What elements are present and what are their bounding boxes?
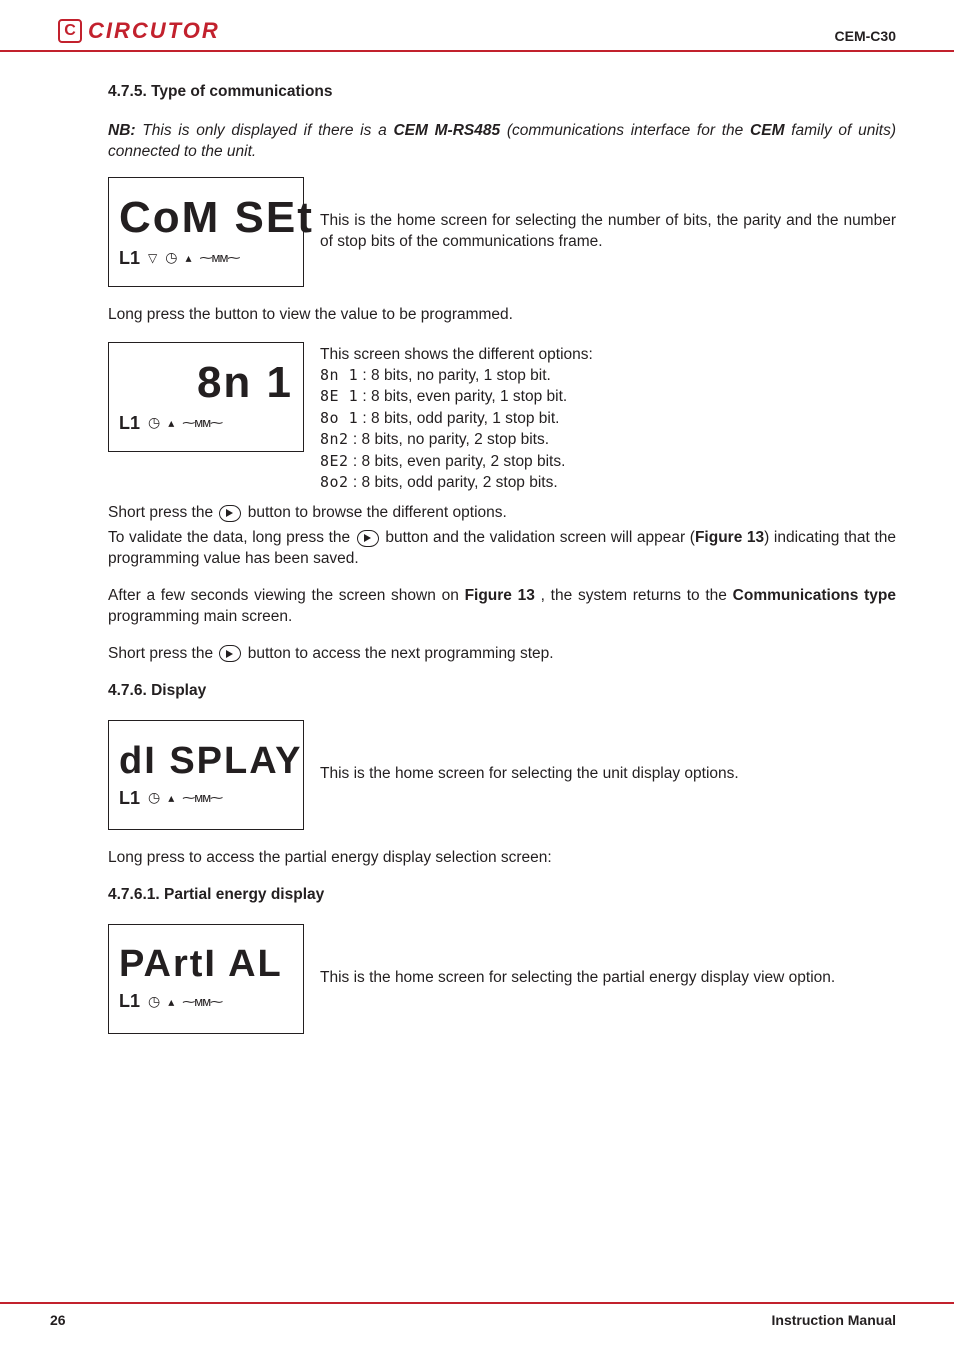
opt-1: 8E 1 : 8 bits, even parity, 1 stop bit. — [320, 386, 593, 407]
down-triangle-icon: ▽ — [148, 250, 157, 266]
aft-fig: Figure 13 — [465, 587, 535, 604]
section-heading-4761: 4.7.6.1. Partial energy display — [108, 885, 896, 906]
pulse-icon: ⁓ᴍᴍ⁓ — [200, 249, 240, 267]
screen-row-comset: CoM SEt L1 ▽ ◷ ▴ ⁓ᴍᴍ⁓ This is the home scr… — [108, 177, 896, 287]
up-triangle-icon: ▴ — [185, 250, 191, 266]
short-press-next: Short press the button to access the nex… — [108, 644, 896, 665]
clock-icon: ◷ — [165, 248, 177, 267]
oval-button-icon-3 — [219, 645, 241, 662]
up-triangle-icon-4: ▴ — [168, 994, 174, 1010]
nb-cem2: CEM — [750, 122, 784, 139]
lcd-screen-partial: PArtI AL L1 ◷ ▴ ⁓ᴍᴍ⁓ — [108, 924, 304, 1034]
screen-row-display: dI SPLAY L1 ◷ ▴ ⁓ᴍᴍ⁓ This is the home scre… — [108, 720, 896, 830]
lcd-main-display: dI SPLAY — [119, 742, 293, 780]
opt-5: 8o2 : 8 bits, odd parity, 2 stop bits. — [320, 472, 593, 493]
lcd-screen-comset: CoM SEt L1 ▽ ◷ ▴ ⁓ᴍᴍ⁓ — [108, 177, 304, 287]
opt-desc-1: : 8 bits, even parity, 1 stop bit. — [358, 388, 567, 405]
validate-para: To validate the data, long press the but… — [108, 528, 896, 570]
opt-code-2: 8o 1 — [320, 409, 358, 427]
lcd-status-row: L1 ▽ ◷ ▴ ⁓ᴍᴍ⁓ — [119, 246, 293, 270]
opt-4: 8E2 : 8 bits, even parity, 2 stop bits. — [320, 451, 593, 472]
l1-indicator-4: L1 — [119, 989, 140, 1013]
clock-icon-2: ◷ — [148, 413, 160, 432]
opt-3: 8n2 : 8 bits, no parity, 2 stop bits. — [320, 429, 593, 450]
opt-2: 8o 1 : 8 bits, odd parity, 1 stop bit. — [320, 408, 593, 429]
up-triangle-icon-2: ▴ — [168, 415, 174, 431]
aft-c: programming main screen. — [108, 608, 292, 625]
nb-note: NB: This is only displayed if there is a… — [108, 121, 896, 163]
up-triangle-icon-3: ▴ — [168, 790, 174, 806]
opt-code-3: 8n2 — [320, 430, 349, 448]
section-heading-476: 4.7.6. Display — [108, 681, 896, 702]
display-desc: This is the home screen for selecting th… — [320, 764, 896, 785]
longpress-display: Long press to access the partial energy … — [108, 848, 896, 869]
l1-indicator-3: L1 — [119, 786, 140, 810]
page-header: C CIRCUTOR CEM-C30 — [0, 0, 954, 52]
footer-label: Instruction Manual — [772, 1312, 896, 1328]
opt-code-1: 8E 1 — [320, 387, 358, 405]
lcd-screen-display: dI SPLAY L1 ◷ ▴ ⁓ᴍᴍ⁓ — [108, 720, 304, 830]
clock-icon-4: ◷ — [148, 992, 160, 1011]
screen-row-8n1: 8n 1 L1 ◷ ▴ ⁓ᴍᴍ⁓ This screen shows the dif… — [108, 342, 896, 494]
lcd-main-partial: PArtI AL — [119, 945, 293, 983]
page-footer: 26 Instruction Manual — [0, 1302, 954, 1328]
oval-button-icon — [219, 505, 241, 522]
clock-icon-3: ◷ — [148, 788, 160, 807]
screen-row-partial: PArtI AL L1 ◷ ▴ ⁓ᴍᴍ⁓ This is the home scre… — [108, 924, 896, 1034]
sb-a: Short press the — [108, 504, 217, 521]
oval-button-icon-2 — [357, 530, 379, 547]
aft-ctype: Communications type — [733, 587, 896, 604]
short-press-browse: Short press the button to browse the dif… — [108, 503, 896, 524]
sn-b: button to access the next programming st… — [243, 645, 553, 662]
aft-b: , the system returns to the — [535, 587, 733, 604]
lcd-screen-8n1: 8n 1 L1 ◷ ▴ ⁓ᴍᴍ⁓ — [108, 342, 304, 452]
opt-code-5: 8o2 — [320, 473, 349, 491]
opt-desc-3: : 8 bits, no parity, 2 stop bits. — [349, 431, 549, 448]
longpress-1: Long press the button to view the value … — [108, 305, 896, 326]
opt-desc-5: : 8 bits, odd parity, 2 stop bits. — [349, 474, 558, 491]
sn-a: Short press the — [108, 645, 217, 662]
nb-text-2: (communications interface for the — [500, 122, 750, 139]
lcd-main-comset: CoM SEt — [119, 196, 293, 240]
l1-indicator-2: L1 — [119, 411, 140, 435]
nb-text-1: This is only displayed if there is a — [136, 122, 394, 139]
section-heading-475: 4.7.5. Type of communications — [108, 82, 896, 103]
brand-text: CIRCUTOR — [88, 18, 220, 44]
lcd-status-row-4: L1 ◷ ▴ ⁓ᴍᴍ⁓ — [119, 989, 293, 1013]
lcd-status-row-2: L1 ◷ ▴ ⁓ᴍᴍ⁓ — [119, 411, 293, 435]
partial-desc: This is the home screen for selecting th… — [320, 968, 896, 989]
lcd-status-row-3: L1 ◷ ▴ ⁓ᴍᴍ⁓ — [119, 786, 293, 810]
logo-icon: C — [58, 19, 82, 43]
aft-a: After a few seconds viewing the screen s… — [108, 587, 465, 604]
pulse-icon-4: ⁓ᴍᴍ⁓ — [182, 993, 222, 1011]
sb-b: button to browse the different options. — [243, 504, 506, 521]
nb-label: NB: — [108, 122, 136, 139]
opt-desc-2: : 8 bits, odd parity, 1 stop bit. — [358, 410, 559, 427]
pulse-icon-2: ⁓ᴍᴍ⁓ — [182, 414, 222, 432]
options-list: This screen shows the different options:… — [320, 344, 593, 494]
val-fig: Figure 13 — [695, 529, 764, 546]
opt-desc-0: : 8 bits, no parity, 1 stop bit. — [358, 367, 551, 384]
model-label: CEM-C30 — [835, 28, 896, 44]
page-content: 4.7.5. Type of communications NB: This i… — [0, 52, 954, 1034]
comset-desc: This is the home screen for selecting th… — [320, 211, 896, 253]
val-a: To validate the data, long press the — [108, 529, 355, 546]
l1-indicator: L1 — [119, 246, 140, 270]
brand-logo: C CIRCUTOR — [58, 18, 220, 44]
nb-cem1: CEM M-RS485 — [393, 122, 500, 139]
after-para: After a few seconds viewing the screen s… — [108, 586, 896, 628]
lcd-main-8n1: 8n 1 — [119, 361, 293, 405]
page-number: 26 — [50, 1312, 66, 1328]
options-intro: This screen shows the different options: — [320, 344, 593, 365]
val-b: button and the validation screen will ap… — [381, 529, 695, 546]
opt-desc-4: : 8 bits, even parity, 2 stop bits. — [349, 453, 566, 470]
opt-code-4: 8E2 — [320, 452, 349, 470]
opt-code-0: 8n 1 — [320, 366, 358, 384]
pulse-icon-3: ⁓ᴍᴍ⁓ — [182, 789, 222, 807]
opt-0: 8n 1 : 8 bits, no parity, 1 stop bit. — [320, 365, 593, 386]
